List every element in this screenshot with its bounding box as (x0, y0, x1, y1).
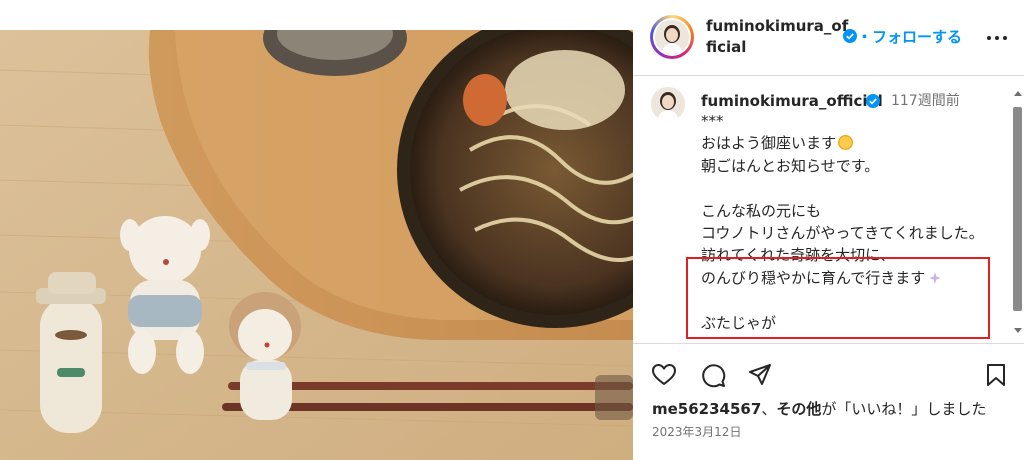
caption-avatar[interactable] (651, 87, 685, 121)
bookmark-icon[interactable] (983, 362, 1009, 388)
post-detail-panel: fuminokimura_official ・フォローする fuminokimu… (633, 0, 1024, 460)
avatar (655, 20, 689, 54)
follow-button[interactable]: ・フォローする (857, 27, 962, 47)
scroll-thumb[interactable] (1013, 107, 1022, 311)
caption-text-bottom: ぶたじゃが (701, 313, 777, 332)
author-username[interactable]: fuminokimura_official (706, 16, 851, 58)
sparkle-emoji-icon (927, 269, 943, 284)
caption-text-mid: 朝ごはんとお知らせです。 こんな私の元にも コウノトリさんがやってきてくれました… (701, 156, 984, 287)
scroll-down-arrow-icon[interactable] (1014, 328, 1022, 333)
post-header: fuminokimura_official ・フォローする (633, 0, 1024, 76)
post-date[interactable]: 2023年3月12日 (652, 423, 741, 441)
likes-others-link[interactable]: その他 (776, 400, 821, 418)
heart-icon[interactable] (651, 362, 677, 388)
post-media-area (0, 0, 633, 460)
post-photo[interactable] (0, 30, 633, 460)
caption-username[interactable]: fuminokimura_official (701, 91, 883, 111)
story-ring[interactable] (650, 15, 694, 59)
figure-man (36, 272, 106, 433)
breakfast-photo-illustration (0, 30, 633, 460)
more-horizontal-icon[interactable] (985, 30, 1009, 44)
sun-emoji-icon (838, 135, 854, 151)
divider (633, 343, 1024, 344)
likes-suffix: が「いいね！」しました (821, 400, 987, 418)
likes-sep: 、 (761, 400, 777, 418)
post-time-ago[interactable]: 117週間前 (891, 91, 960, 111)
scroll-up-arrow-icon[interactable] (1014, 91, 1022, 96)
liker-username[interactable]: me56234567 (652, 400, 761, 418)
likes-summary: me56234567、その他が「いいね！」しました (652, 398, 986, 420)
send-icon[interactable] (747, 362, 773, 388)
caption-scrollbar[interactable] (1011, 85, 1024, 339)
caption-text: *** おはよう御座います 朝ごはんとお知らせです。 こんな私の元にも コウノト… (701, 110, 1011, 334)
verified-badge-icon (843, 28, 857, 47)
caption-scroll-area[interactable]: fuminokimura_official 117週間前 *** おはよう御座い… (633, 77, 1024, 342)
caption-text-top: *** おはよう御座います (701, 112, 837, 153)
comment-icon[interactable] (700, 362, 726, 388)
